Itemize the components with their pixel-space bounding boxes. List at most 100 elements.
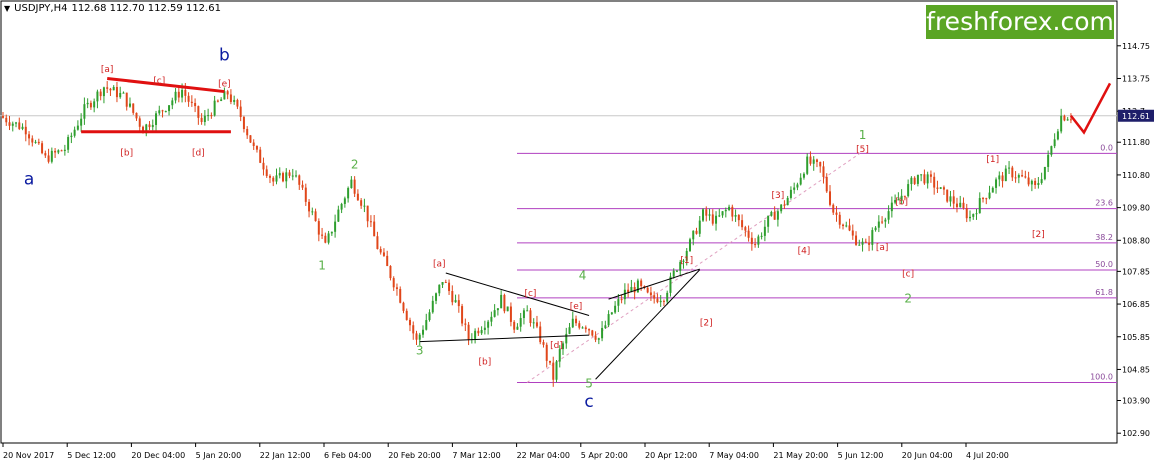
candle-body [737,215,740,221]
candle-body [614,305,617,313]
candle-body [1047,154,1050,167]
candle-body [99,91,102,97]
candle-body [11,123,14,126]
candle-body [1027,177,1030,185]
candle-body [102,87,105,97]
candle-body [780,204,783,212]
candle-body [203,115,206,122]
candle-body [776,211,779,220]
candle-body [125,92,128,107]
candle-body [633,286,636,293]
candle-body [457,300,460,307]
candle-body [636,280,639,293]
candle-body [604,325,607,328]
candle-body [946,189,949,202]
candle-body [285,172,288,182]
candle-body [711,214,714,224]
candle-body [164,111,167,113]
candle-body [438,284,441,294]
candle-body [783,204,786,206]
candle-body [363,205,366,207]
candle-body [646,287,649,293]
wave-label-green: 2 [351,157,359,171]
candle-body [526,310,529,312]
x-tick-label: 22 Mar 04:00 [517,451,570,460]
candle-body [806,156,809,174]
candle-body [571,318,574,328]
candle-body [356,193,359,201]
candle-body [910,177,913,185]
candle-body [158,110,161,114]
candle-body [516,326,519,330]
triangle-upper-line [445,272,590,316]
y-tick-label: 104.85 [1122,365,1150,374]
candle-body [835,212,838,215]
wave-label-green: 3 [416,344,424,358]
candle-body [773,211,776,220]
candle-body [1050,146,1053,155]
candle-body [226,91,229,95]
candle-body [405,310,408,320]
candle-body [174,91,177,101]
candle-body [422,329,425,335]
candle-body [1037,182,1040,185]
candle-body [37,141,40,144]
candle-body [109,88,112,91]
candle-body [171,100,174,106]
wave-label-red: [4] [798,246,811,256]
triangle-down-icon[interactable]: ▼ [4,4,10,13]
candle-body [444,282,447,284]
wave-label-red: [a] [433,259,446,269]
wave-label-red: [1] [680,256,693,266]
candle-body [1030,180,1033,185]
candle-body [838,214,841,225]
candle-body [337,209,340,222]
candle-body [317,221,320,235]
candle-body [692,230,695,240]
candle-body [741,220,744,228]
candle-body [418,334,421,340]
price-chart[interactable]: 0.0 23.6 38.2 50.0 61.8 100.0 a b c 1 2 3 4 5 1 2 [a] [b… [0,0,1155,466]
candle-body [83,104,86,119]
candle-body [815,159,818,162]
candle-body [408,319,411,326]
candle-body [168,105,171,112]
candle-body [135,112,138,119]
candle-body [265,169,268,176]
candle-body [461,306,464,324]
symbol-header[interactable]: ▼ USDJPY,H4 112.68 112.70 112.59 112.61 [4,3,221,14]
candle-body [467,324,470,340]
candle-body [620,299,623,301]
candle-body [617,299,620,306]
candle-body [73,129,76,136]
candle-body [1001,175,1004,182]
wave-label-red: [e] [570,302,583,312]
wave-label-red: [5] [856,145,869,155]
candle-body [812,159,815,164]
candle-body [148,124,151,128]
candle-body [721,211,724,216]
candle-body [360,200,363,206]
candle-body [291,175,294,177]
candle-body [236,99,239,107]
candle-body [5,117,8,123]
x-tick-label: 7 Mar 12:00 [452,451,500,460]
fib-label: 0.0 [1100,143,1113,152]
candle-body [1011,167,1014,178]
candle-body [197,106,200,118]
wave-label-red: [3] [772,191,785,201]
candle-body [373,221,376,237]
candle-body [41,143,44,154]
candle-body [181,89,184,98]
candle-body [435,293,438,301]
wave-label-red: [d] [550,341,563,351]
fib-label: 23.6 [1095,199,1113,208]
candle-body [184,89,187,96]
x-tick-label: 4 Jul 20:00 [966,451,1009,460]
candle-body [877,221,880,228]
candles [2,81,1072,387]
wave-label-red: [c] [524,289,536,299]
candle-body [386,255,389,267]
candle-body [968,216,971,219]
candle-body [959,202,962,208]
